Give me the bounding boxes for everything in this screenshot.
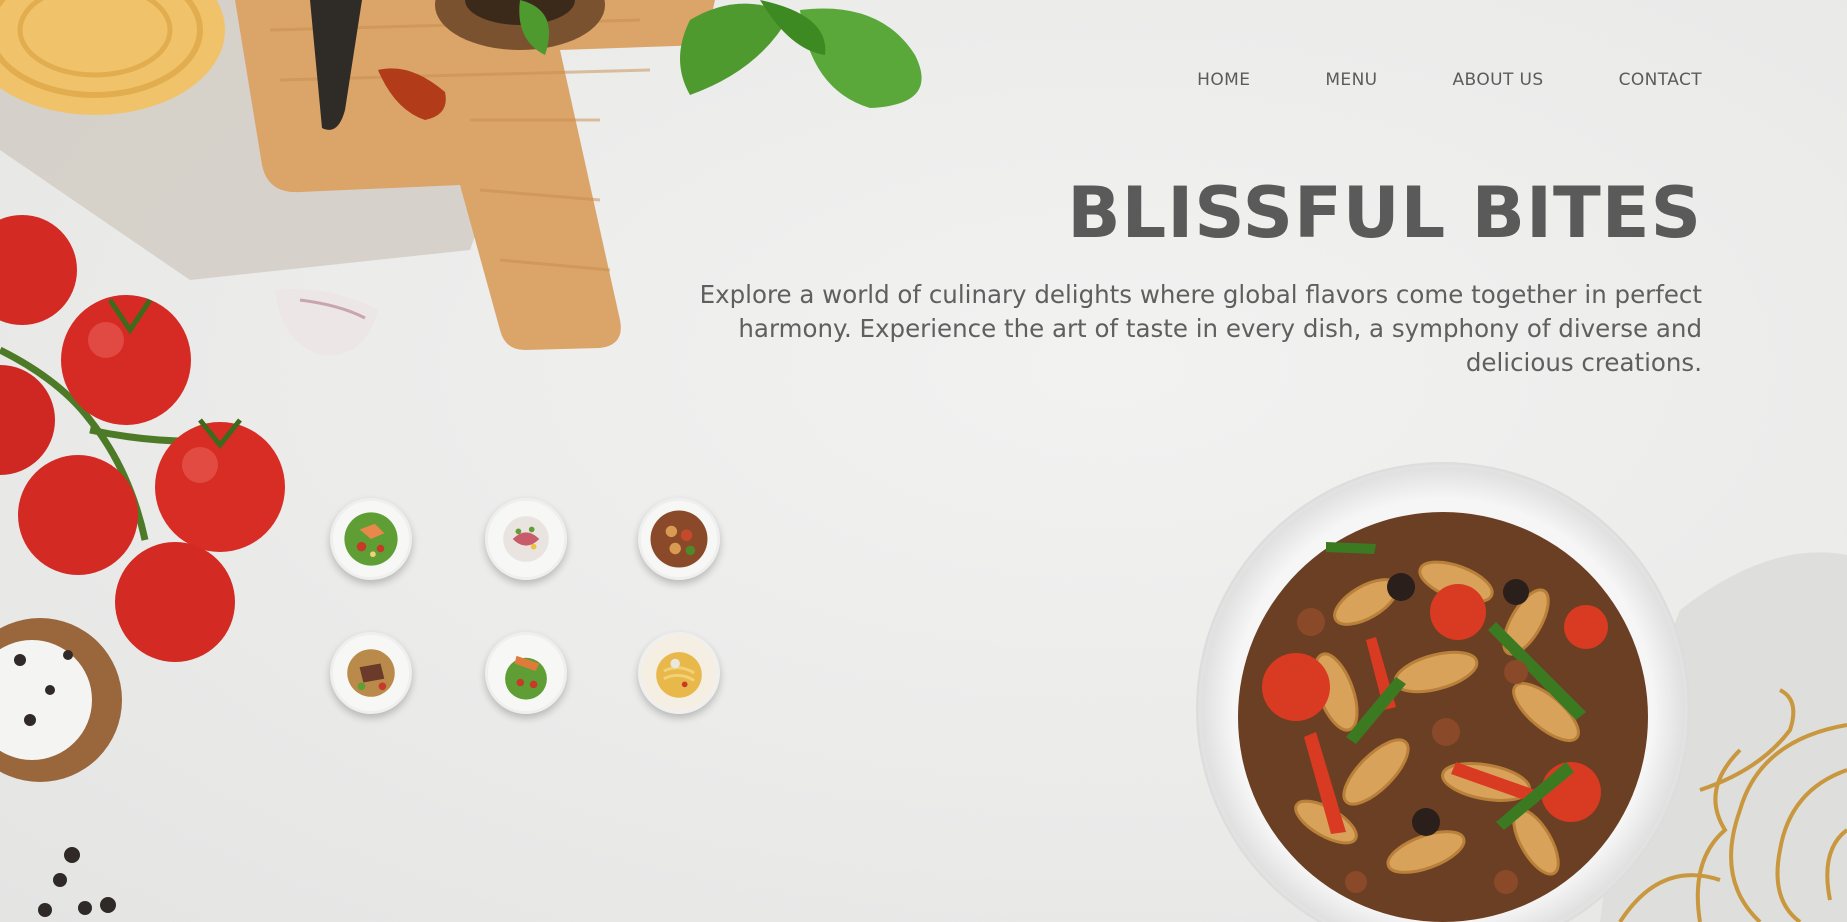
fusilli-pasta-bowl-icon xyxy=(1196,462,1690,922)
noodle-dish-icon[interactable] xyxy=(638,632,720,714)
fusilli-pasta-icon[interactable] xyxy=(638,498,720,580)
steak-plate-icon[interactable] xyxy=(330,632,412,714)
hero-title: BLISSFUL BITES xyxy=(1067,172,1702,254)
nav-contact-link[interactable]: CONTACT xyxy=(1619,70,1702,90)
tuna-salad-icon[interactable] xyxy=(485,498,567,580)
dish-thumbnail-grid xyxy=(330,498,730,714)
salad-with-salmon-icon[interactable] xyxy=(330,498,412,580)
grilled-salmon-salad-icon[interactable] xyxy=(485,632,567,714)
hero-description: Explore a world of culinary delights whe… xyxy=(699,280,1702,377)
main-navigation: HOME MENU ABOUT US CONTACT xyxy=(1197,70,1702,90)
nav-about-us-link[interactable]: ABOUT US xyxy=(1453,70,1544,90)
nav-menu-link[interactable]: MENU xyxy=(1325,70,1377,90)
nav-home-link[interactable]: HOME xyxy=(1197,70,1250,90)
